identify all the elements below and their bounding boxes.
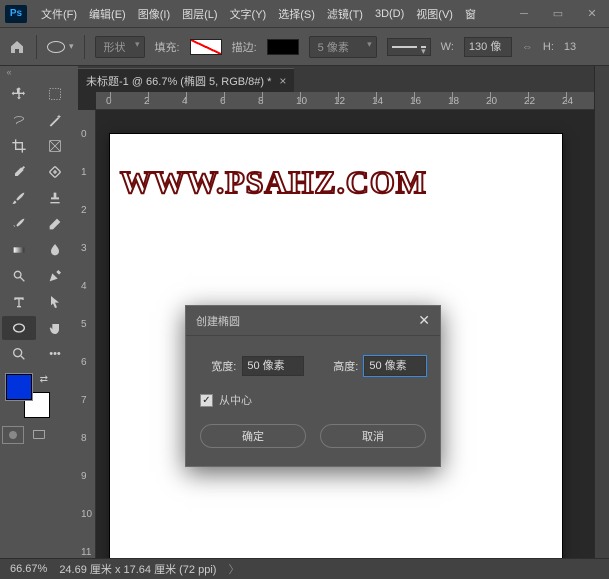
healing-tool[interactable]: [38, 160, 72, 184]
shape-mode-dropdown[interactable]: 形状: [95, 36, 145, 58]
tab-title: 未标题-1 @ 66.7% (椭圆 5, RGB/8#) *: [86, 73, 271, 89]
dialog-width-input[interactable]: 50 像素: [242, 356, 304, 376]
dialog-width-label: 宽度:: [200, 358, 236, 374]
window-close-button[interactable]: ✕: [575, 1, 609, 27]
menu-text[interactable]: 文字(Y): [224, 1, 273, 27]
quick-mask-button[interactable]: [2, 426, 24, 444]
create-ellipse-dialog: 创建椭圆 ✕ 宽度: 50 像素 高度: 50 像素 ✓ 从中心 确定 取消: [185, 305, 441, 467]
status-zoom[interactable]: 66.67%: [10, 563, 47, 575]
menu-select[interactable]: 选择(S): [272, 1, 321, 27]
stroke-swatch[interactable]: [267, 39, 299, 55]
dialog-close-button[interactable]: ✕: [418, 312, 430, 329]
panel-strip[interactable]: [594, 66, 609, 558]
magic-wand-tool[interactable]: [38, 108, 72, 132]
ruler-horizontal[interactable]: 024681012141618202224: [96, 92, 594, 110]
stroke-label: 描边:: [232, 39, 257, 55]
swap-colors-icon[interactable]: ⇄: [40, 374, 48, 385]
tools-panel: ••• ⇄: [0, 78, 78, 558]
dodge-tool[interactable]: [2, 264, 36, 288]
lasso-tool[interactable]: [2, 108, 36, 132]
blur-tool[interactable]: [38, 238, 72, 262]
path-select-tool[interactable]: [38, 290, 72, 314]
dialog-ok-button[interactable]: 确定: [200, 424, 306, 448]
window-maximize-button[interactable]: ▭: [541, 1, 575, 27]
document-tabs: 未标题-1 @ 66.7% (椭圆 5, RGB/8#) * ×: [78, 66, 594, 92]
width-input[interactable]: 130 像: [464, 37, 512, 57]
menu-filter[interactable]: 滤镜(T): [321, 1, 369, 27]
crop-tool[interactable]: [2, 134, 36, 158]
status-dimensions[interactable]: 24.69 厘米 x 17.64 厘米 (72 ppi): [59, 561, 216, 577]
from-center-checkbox[interactable]: ✓: [200, 394, 213, 407]
home-icon[interactable]: [8, 39, 26, 55]
eyedropper-tool[interactable]: [2, 160, 36, 184]
stroke-width-dropdown[interactable]: 5 像素: [309, 36, 377, 58]
from-center-label: 从中心: [219, 392, 252, 408]
type-tool[interactable]: [2, 290, 36, 314]
close-tab-icon[interactable]: ×: [279, 74, 286, 88]
document-tab[interactable]: 未标题-1 @ 66.7% (椭圆 5, RGB/8#) * ×: [78, 68, 294, 92]
gradient-tool[interactable]: [2, 238, 36, 262]
menu-layer[interactable]: 图层(L): [176, 1, 223, 27]
brush-tool[interactable]: [2, 186, 36, 210]
menu-view[interactable]: 视图(V): [410, 1, 459, 27]
move-tool[interactable]: [2, 82, 36, 106]
chevron-down-icon: ▾: [69, 41, 74, 52]
frame-tool[interactable]: [38, 134, 72, 158]
zoom-tool[interactable]: [2, 342, 36, 366]
foreground-color-well[interactable]: [6, 374, 32, 400]
stamp-tool[interactable]: [38, 186, 72, 210]
titlebar: Ps 文件(F) 编辑(E) 图像(I) 图层(L) 文字(Y) 选择(S) 滤…: [0, 0, 609, 28]
fill-label: 填充:: [155, 39, 180, 55]
window-minimize-button[interactable]: ─: [507, 1, 541, 27]
canvas-text: WWW.PSAHZ.COM: [120, 164, 427, 201]
menu-edit[interactable]: 编辑(E): [83, 1, 132, 27]
history-brush-tool[interactable]: [2, 212, 36, 236]
menu-3d[interactable]: 3D(D): [369, 3, 410, 25]
status-bar: 66.67% 24.69 厘米 x 17.64 厘米 (72 ppi) 〉: [0, 558, 609, 579]
eraser-tool[interactable]: [38, 212, 72, 236]
dialog-title: 创建椭圆: [196, 313, 240, 329]
more-tools[interactable]: •••: [38, 342, 72, 366]
link-wh-icon[interactable]: ⇔: [522, 41, 533, 53]
menu-file[interactable]: 文件(F): [35, 1, 83, 27]
screen-mode-button[interactable]: [28, 426, 50, 444]
height-value: 13: [564, 41, 576, 53]
separator: [36, 35, 37, 59]
ellipse-icon: [47, 41, 65, 53]
separator: [84, 35, 85, 59]
ruler-vertical[interactable]: 01234567891011: [78, 110, 96, 558]
hand-tool[interactable]: [38, 316, 72, 340]
fill-swatch[interactable]: [190, 39, 222, 55]
dialog-height-label: 高度:: [322, 358, 358, 374]
marquee-tool[interactable]: [38, 82, 72, 106]
menu-image[interactable]: 图像(I): [132, 1, 176, 27]
height-label: H:: [543, 41, 554, 53]
dialog-cancel-button[interactable]: 取消: [320, 424, 426, 448]
tool-preset-selector[interactable]: ▾: [47, 41, 74, 53]
color-wells: ⇄: [6, 374, 50, 418]
status-caret-icon[interactable]: 〉: [228, 561, 239, 577]
stroke-style-dropdown[interactable]: ▾: [387, 38, 431, 56]
app-logo: Ps: [5, 5, 27, 23]
width-label: W:: [441, 41, 454, 53]
ellipse-shape-tool[interactable]: [2, 316, 36, 340]
pen-tool[interactable]: [38, 264, 72, 288]
menu-window[interactable]: 窗: [459, 1, 482, 27]
options-bar: ▾ 形状 填充: 描边: 5 像素 ▾ W: 130 像 ⇔ H: 13: [0, 28, 609, 66]
collapse-handle[interactable]: «: [0, 66, 18, 78]
dialog-height-input[interactable]: 50 像素: [364, 356, 426, 376]
